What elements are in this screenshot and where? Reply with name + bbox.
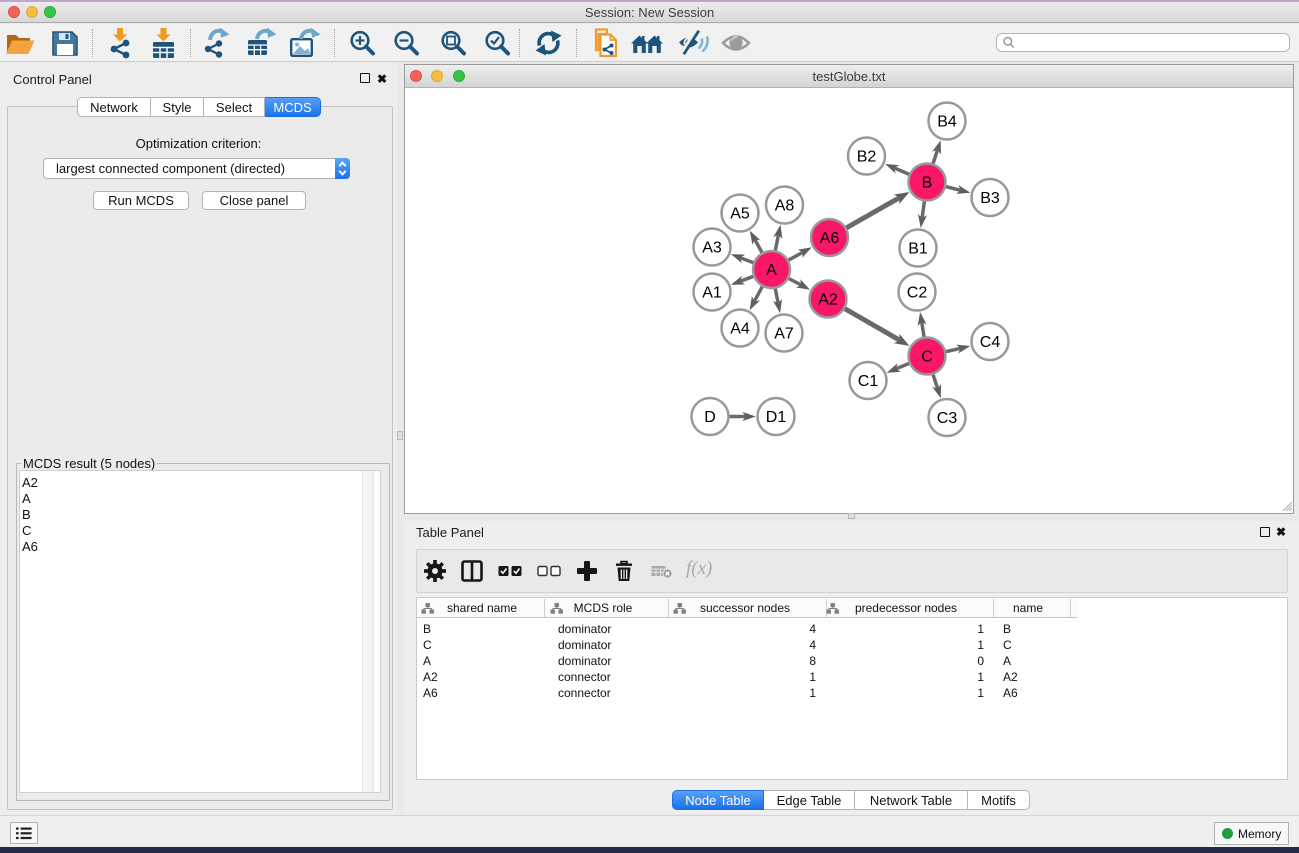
svg-text:B2: B2 [857, 149, 877, 166]
svg-text:A6: A6 [820, 230, 840, 247]
svg-text:B1: B1 [908, 241, 928, 258]
svg-text:A4: A4 [730, 321, 750, 338]
svg-text:A5: A5 [730, 206, 750, 223]
svg-text:C1: C1 [858, 373, 879, 390]
svg-text:C: C [921, 349, 933, 366]
svg-text:B: B [922, 175, 933, 192]
svg-text:D: D [704, 409, 716, 426]
svg-text:D1: D1 [766, 409, 787, 426]
svg-text:A3: A3 [702, 240, 722, 257]
svg-text:C3: C3 [937, 410, 958, 427]
svg-text:C2: C2 [907, 285, 928, 302]
svg-text:A: A [766, 262, 777, 279]
svg-text:B3: B3 [980, 190, 1000, 207]
svg-text:A7: A7 [774, 326, 794, 343]
svg-text:A1: A1 [702, 285, 722, 302]
svg-text:A8: A8 [775, 198, 795, 215]
svg-text:A2: A2 [818, 292, 838, 309]
svg-text:C4: C4 [980, 334, 1001, 351]
svg-text:B4: B4 [937, 114, 957, 131]
